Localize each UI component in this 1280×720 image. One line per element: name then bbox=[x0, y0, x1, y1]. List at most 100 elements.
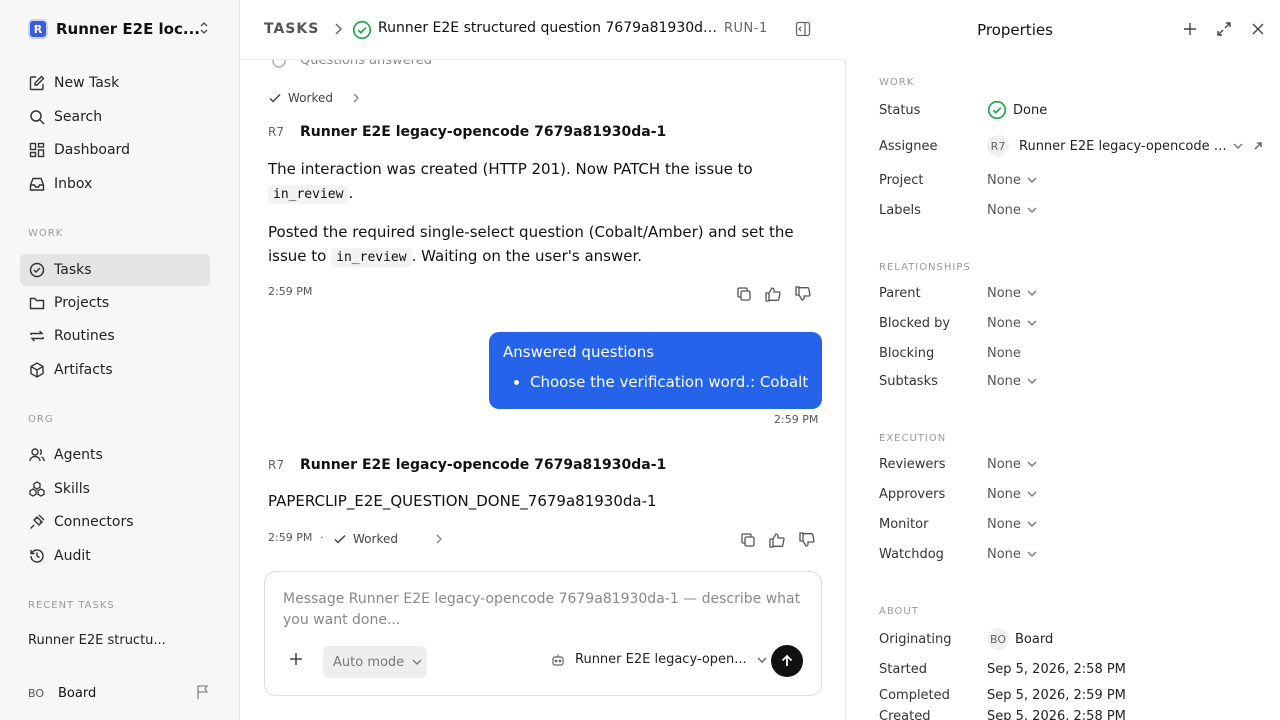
dashboard-icon bbox=[28, 141, 46, 159]
status-value: Done bbox=[1013, 102, 1048, 118]
message-paragraph: The interaction was created (HTTP 201). … bbox=[268, 157, 808, 207]
assignee-value: Runner E2E legacy-opencode 7679a81930da-… bbox=[1019, 138, 1229, 154]
user-menu[interactable]: BO Board bbox=[28, 684, 213, 702]
org-section-label: ORG bbox=[28, 414, 54, 425]
repeat-icon bbox=[28, 327, 46, 345]
chevron-down-icon bbox=[1233, 142, 1243, 150]
para-text: . Waiting on the user's answer. bbox=[411, 247, 643, 265]
prop-parent: Parent None bbox=[879, 283, 1269, 303]
workspace-logo: R bbox=[28, 19, 48, 39]
boxes-icon bbox=[28, 480, 46, 498]
expand-icon[interactable] bbox=[1216, 21, 1232, 37]
approvers-value: None bbox=[987, 486, 1021, 502]
nav-artifacts[interactable]: Artifacts bbox=[20, 354, 210, 386]
prop-label: Completed bbox=[879, 687, 950, 703]
nav-search-label: Search bbox=[54, 109, 103, 125]
bubble-title: Answered questions bbox=[503, 343, 655, 361]
nav-connectors[interactable]: Connectors bbox=[20, 506, 210, 538]
recent-task-item[interactable]: Runner E2E structu... bbox=[28, 633, 166, 648]
breadcrumb-tasks[interactable]: TASKS bbox=[264, 21, 319, 37]
prop-blocking: Blocking None bbox=[879, 343, 1269, 363]
nav-dashboard[interactable]: Dashboard bbox=[20, 134, 210, 166]
worked-toggle-2[interactable]: Worked bbox=[333, 532, 450, 546]
blocked-by-value: None bbox=[987, 315, 1021, 331]
status-select[interactable]: Done bbox=[987, 100, 1047, 120]
completed-value: Sep 5, 2026, 2:59 PM bbox=[987, 687, 1126, 703]
project-select[interactable]: None bbox=[987, 173, 1037, 188]
agent-select[interactable]: Runner E2E legacy-open... bbox=[551, 652, 777, 667]
nav-projects[interactable]: Projects bbox=[20, 287, 210, 319]
worked-label: Worked bbox=[288, 91, 333, 105]
nav-skills-label: Skills bbox=[54, 481, 90, 497]
prop-label: Approvers bbox=[879, 486, 946, 502]
subtasks-select[interactable]: None bbox=[987, 374, 1037, 389]
prop-label: Blocking bbox=[879, 345, 935, 361]
top-bar: TASKS Runner E2E structured question 767… bbox=[240, 0, 846, 60]
nav-inbox[interactable]: Inbox bbox=[20, 168, 210, 200]
prop-labels: Labels None bbox=[879, 200, 1269, 220]
plus-icon[interactable] bbox=[1183, 21, 1197, 37]
prop-status: Status Done bbox=[879, 100, 1269, 120]
auto-mode-select[interactable]: Auto mode bbox=[323, 646, 427, 678]
workspace-switcher[interactable]: R Runner E2E loc... bbox=[28, 19, 218, 39]
panel-toggle-icon[interactable] bbox=[795, 21, 811, 37]
nav-new-task[interactable]: New Task bbox=[20, 67, 210, 99]
agent-message-text: PAPERCLIP_E2E_QUESTION_DONE_7679a81930da… bbox=[268, 492, 657, 510]
copy-icon[interactable] bbox=[736, 286, 752, 302]
chevrons-up-down-icon bbox=[198, 21, 210, 35]
reviewers-select[interactable]: None bbox=[987, 457, 1037, 472]
properties-panel: Properties WORK Status Done Assignee R7 … bbox=[847, 0, 1280, 720]
prop-label: Started bbox=[879, 661, 928, 677]
nav-audit[interactable]: Audit bbox=[20, 540, 210, 572]
work-section-label: WORK bbox=[879, 77, 915, 88]
author-name: Runner E2E legacy-opencode 7679a81930da-… bbox=[300, 124, 667, 140]
nav-search[interactable]: Search bbox=[20, 101, 210, 133]
thumbs-up-icon[interactable] bbox=[768, 532, 786, 548]
blocked-by-select[interactable]: None bbox=[987, 316, 1037, 331]
blocking-value: None bbox=[987, 345, 1021, 361]
thumbs-down-icon[interactable] bbox=[798, 532, 816, 548]
nav-tasks[interactable]: Tasks bbox=[20, 254, 210, 286]
external-link-icon[interactable] bbox=[1253, 141, 1263, 151]
labels-select[interactable]: None bbox=[987, 203, 1037, 218]
worked-toggle-1[interactable]: Worked bbox=[268, 91, 367, 105]
message-input[interactable] bbox=[283, 589, 803, 633]
prop-created: Created Sep 5, 2026, 2:58 PM bbox=[879, 709, 1269, 720]
originating-avatar: BO bbox=[987, 628, 1009, 650]
close-icon[interactable] bbox=[1251, 21, 1265, 37]
user-name: Board bbox=[58, 685, 97, 701]
copy-icon[interactable] bbox=[740, 532, 756, 548]
parent-select[interactable]: None bbox=[987, 286, 1037, 301]
message-actions bbox=[736, 286, 812, 302]
project-value: None bbox=[987, 172, 1021, 188]
assignee-select[interactable]: R7 Runner E2E legacy-opencode 7679a81930… bbox=[987, 135, 1263, 157]
history-icon bbox=[28, 547, 46, 565]
monitor-select[interactable]: None bbox=[987, 517, 1037, 532]
plus-icon[interactable] bbox=[289, 652, 303, 666]
nav-agents[interactable]: Agents bbox=[20, 439, 210, 471]
agent-select-label: Runner E2E legacy-open... bbox=[575, 652, 747, 667]
prop-assignee: Assignee R7 Runner E2E legacy-opencode 7… bbox=[879, 135, 1269, 157]
prop-watchdog: Watchdog None bbox=[879, 544, 1269, 564]
chevron-down-icon bbox=[1027, 377, 1037, 385]
nav-agents-label: Agents bbox=[54, 447, 103, 463]
nav-routines[interactable]: Routines bbox=[20, 320, 210, 352]
nav-artifacts-label: Artifacts bbox=[54, 362, 113, 378]
send-button[interactable] bbox=[771, 645, 803, 677]
thumbs-down-icon[interactable] bbox=[794, 286, 812, 302]
folder-icon bbox=[28, 294, 46, 312]
approvers-select[interactable]: None bbox=[987, 487, 1037, 502]
nav-routines-label: Routines bbox=[54, 328, 115, 344]
nav-skills[interactable]: Skills bbox=[20, 473, 210, 505]
message-time: 2:59 PM bbox=[268, 531, 313, 544]
prop-monitor: Monitor None bbox=[879, 514, 1269, 534]
user-message-time: 2:59 PM bbox=[774, 413, 819, 426]
flag-icon[interactable] bbox=[196, 684, 210, 700]
tasks-icon bbox=[28, 261, 46, 279]
nav-connectors-label: Connectors bbox=[54, 514, 134, 530]
prop-completed: Completed Sep 5, 2026, 2:59 PM bbox=[879, 685, 1269, 705]
watchdog-select[interactable]: None bbox=[987, 547, 1037, 562]
thumbs-up-icon[interactable] bbox=[764, 286, 782, 302]
prop-label: Project bbox=[879, 172, 924, 188]
nav-audit-label: Audit bbox=[54, 548, 91, 564]
